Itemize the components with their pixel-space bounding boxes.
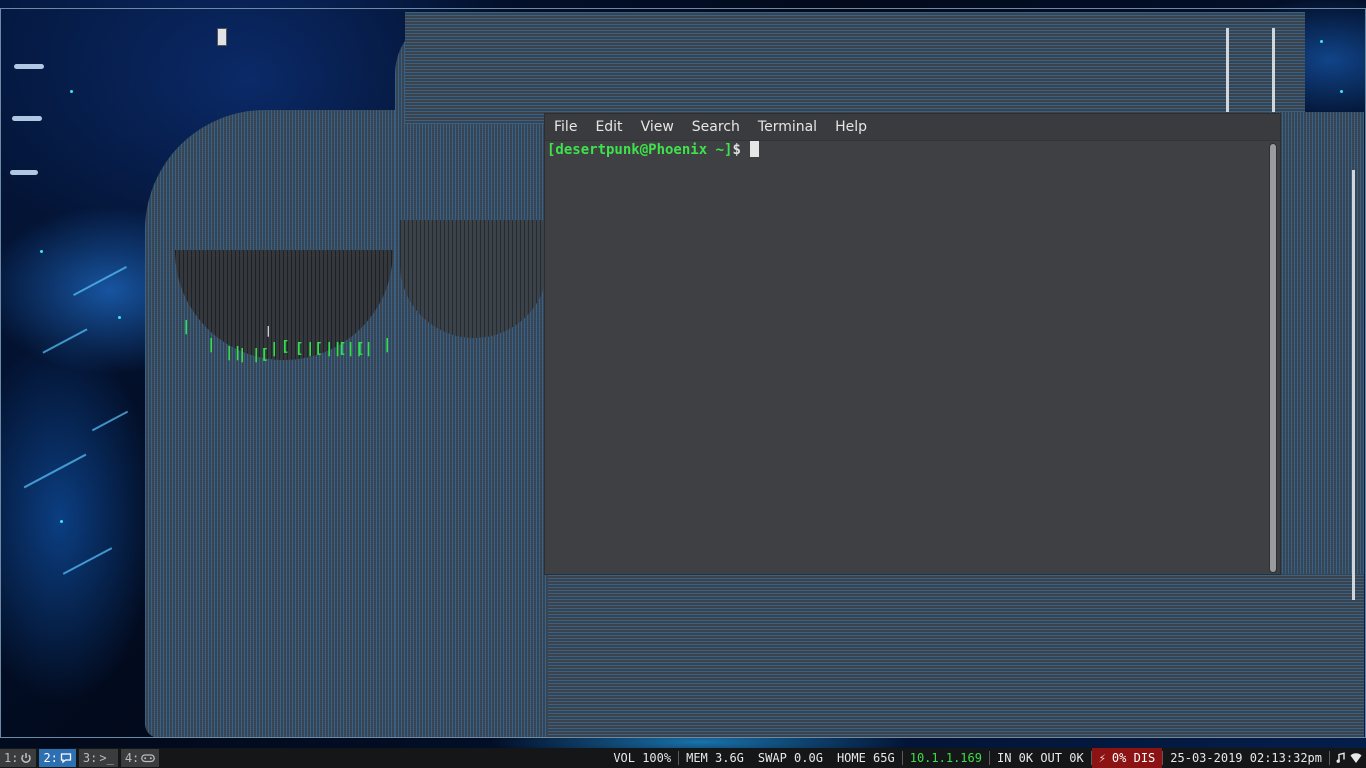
ghost-window-artifact — [548, 574, 1364, 738]
audio-icon[interactable] — [1336, 752, 1346, 764]
scrollbar-thumb[interactable] — [1270, 144, 1276, 572]
glitch-glyph: | — [383, 337, 392, 353]
glitch-glyph: [ — [295, 341, 304, 357]
system-tray — [1330, 748, 1366, 768]
wallpaper-streak — [23, 453, 87, 489]
memory-indicator: MEM 3.6G — [686, 751, 744, 765]
terminal-prompt-icon: >_ — [99, 751, 114, 765]
status-bar: 1: 2: 3: >_ 4: VOL 100% MEM 3.6G SWAP 0.… — [0, 748, 1366, 768]
lightning-icon: ⚡ — [1098, 751, 1106, 765]
workspace-switcher: 1: 2: 3: >_ 4: — [0, 748, 162, 768]
menu-view[interactable]: View — [632, 114, 683, 140]
ghost-scrollbar — [1352, 170, 1355, 600]
workspace-1[interactable]: 1: — [0, 749, 37, 767]
wallpaper-light-streak — [10, 170, 38, 175]
wallpaper-particle — [60, 520, 63, 523]
terminal-output[interactable]: [desertpunk@Phoenix ~]$ — [545, 141, 1267, 574]
menu-terminal[interactable]: Terminal — [749, 114, 826, 140]
wallpaper-particle — [118, 316, 121, 319]
wallpaper-streak — [91, 410, 129, 432]
glitch-glyph: [| — [356, 341, 373, 357]
glitch-glyph: | — [182, 319, 191, 335]
terminal-window[interactable]: File Edit View Search Terminal Help [des… — [545, 114, 1280, 574]
ghost-scrollbar — [1226, 28, 1229, 112]
wallpaper-particle — [40, 250, 43, 253]
glitch-glyph: | — [265, 324, 272, 337]
menu-help[interactable]: Help — [826, 114, 876, 140]
home-disk-indicator: HOME 65G — [836, 751, 895, 765]
menu-search[interactable]: Search — [683, 114, 749, 140]
text-cursor — [749, 141, 759, 157]
glitch-glyph: [ — [281, 339, 290, 355]
gamepad-icon — [141, 754, 156, 763]
shell-prompt-line: [desertpunk@Phoenix ~]$ — [547, 141, 759, 159]
wallpaper-light-streak — [14, 64, 44, 69]
mouse-cursor — [217, 28, 227, 46]
ghost-window-artifact — [145, 110, 405, 738]
wallpaper-particle — [1340, 90, 1343, 93]
swap-indicator: SWAP 0.0G — [757, 751, 823, 765]
workspace-4[interactable]: 4: — [120, 749, 160, 767]
workspace-3[interactable]: 3: >_ — [78, 749, 118, 767]
glitch-glyph: |[ — [306, 341, 323, 357]
network-traffic-indicator: IN 0K OUT 0K — [996, 751, 1084, 765]
ghost-scrollbar — [1272, 28, 1275, 112]
wallpaper-streak — [73, 266, 127, 296]
wallpaper-particle — [1320, 40, 1323, 43]
glitch-glyph: | — [207, 337, 216, 353]
shell-prompt: [desertpunk@Phoenix ~] — [547, 142, 733, 158]
clock: 25-03-2019 02:13:32pm — [1170, 751, 1322, 765]
glitch-glyph: |[ — [252, 347, 269, 363]
power-icon — [21, 753, 32, 763]
workspace-label: 2: — [43, 751, 58, 765]
workspace-label: 1: — [4, 751, 19, 765]
chat-icon — [60, 753, 72, 764]
terminal-menubar: File Edit View Search Terminal Help — [545, 114, 1280, 141]
wallpaper-light-streak — [12, 116, 42, 121]
volume-indicator[interactable]: VOL 100% — [606, 748, 678, 768]
menu-edit[interactable]: Edit — [586, 114, 631, 140]
workspace-label: 3: — [82, 751, 98, 765]
terminal-scrollbar[interactable] — [1269, 143, 1277, 573]
wallpaper-particle — [70, 90, 73, 93]
ghost-window-artifact — [1270, 112, 1364, 602]
glitch-glyph: | — [270, 341, 279, 357]
ghost-window-artifact — [405, 12, 1305, 124]
prompt-symbol: $ — [732, 142, 741, 158]
menu-file[interactable]: File — [545, 114, 586, 140]
status-indicators: VOL 100% MEM 3.6G SWAP 0.0G HOME 65G 10.… — [606, 748, 1366, 768]
wifi-icon[interactable] — [1350, 752, 1362, 764]
workspace-label: 4: — [124, 751, 140, 765]
wallpaper-streak — [62, 547, 113, 575]
glitch-glyph: | — [238, 347, 247, 363]
ip-address-indicator: 10.1.1.169 — [909, 751, 982, 765]
battery-indicator: ⚡ 0% DIS — [1091, 748, 1163, 768]
battery-text: 0% DIS — [1111, 751, 1156, 765]
workspace-2[interactable]: 2: — [39, 749, 76, 767]
wallpaper-streak — [42, 328, 88, 354]
